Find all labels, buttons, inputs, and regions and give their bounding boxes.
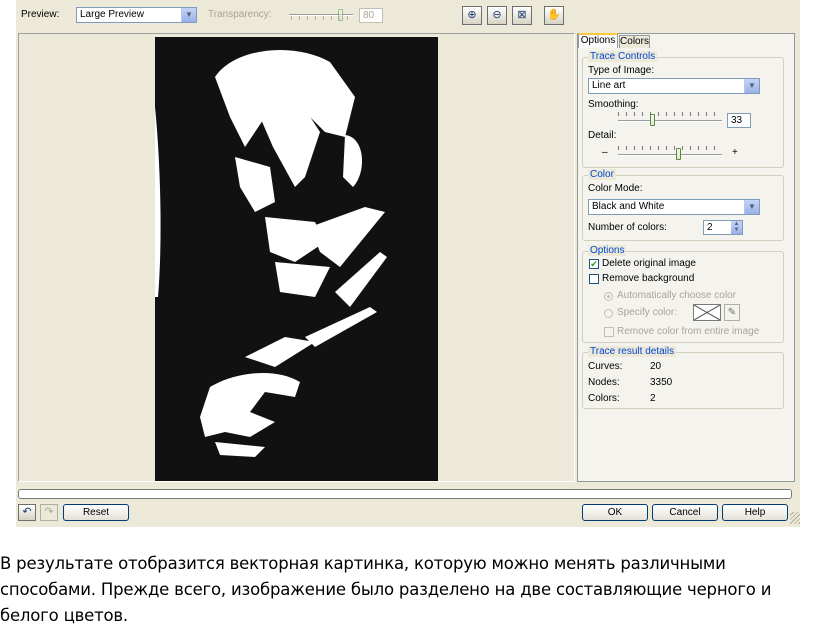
color-group-title: Color: [588, 169, 616, 180]
color-swatch-button[interactable]: [693, 304, 721, 321]
resize-grip[interactable]: [790, 512, 800, 524]
color-mode-select[interactable]: Black and White ▼: [588, 199, 760, 215]
preview-mode-select[interactable]: Large Preview ▼: [76, 7, 197, 23]
smoothing-slider[interactable]: [618, 112, 722, 126]
tab-colors[interactable]: Colors: [619, 35, 650, 48]
power-trace-dialog: Preview: Large Preview ▼ Transparency: 8…: [16, 0, 800, 527]
preview-area[interactable]: [18, 33, 575, 482]
slider-track: [618, 120, 722, 122]
curves-value: 20: [650, 361, 662, 372]
cancel-button[interactable]: Cancel: [652, 504, 718, 521]
remove-background-label: Remove background: [602, 273, 695, 284]
colors-count-label: Colors:: [588, 393, 620, 404]
colors-count-value: 2: [650, 393, 656, 404]
chevron-down-icon[interactable]: ▼: [181, 8, 196, 22]
slider-thumb[interactable]: [676, 148, 681, 160]
smoothing-value[interactable]: 33: [727, 113, 751, 128]
undo-icon: ↶: [22, 506, 32, 518]
preview-label: Preview:: [21, 9, 60, 20]
specify-color-radio[interactable]: [604, 309, 613, 318]
slider-ticks: [618, 112, 722, 116]
type-of-image-label: Type of Image:: [588, 65, 655, 76]
zoom-in-icon: ⊕: [467, 9, 477, 21]
redo-button[interactable]: ↷: [40, 504, 58, 521]
color-mode-label: Color Mode:: [588, 183, 643, 194]
tab-options[interactable]: Options: [578, 33, 618, 48]
transparency-slider[interactable]: [289, 8, 353, 22]
chevron-down-icon[interactable]: ▼: [744, 200, 759, 214]
caption-text: В результате отобразится векторная карти…: [0, 554, 772, 625]
eyedropper-button[interactable]: ✎: [724, 304, 740, 321]
detail-slider[interactable]: [618, 146, 722, 160]
zoom-out-button[interactable]: ⊖: [487, 6, 507, 25]
reset-button[interactable]: Reset: [63, 504, 129, 521]
screenshot: Preview: Large Preview ▼ Transparency: 8…: [0, 0, 816, 636]
hand-icon: ✋: [547, 9, 561, 21]
smoothing-label: Smoothing:: [588, 99, 639, 110]
transparency-label: Transparency:: [208, 9, 272, 20]
trace-controls-group: Trace Controls Type of Image: Line art ▼…: [582, 51, 784, 168]
zoom-fit-icon: ⊠: [517, 9, 527, 21]
slider-thumb[interactable]: [650, 114, 655, 126]
ok-button[interactable]: OK: [582, 504, 648, 521]
no-color-icon: [693, 304, 721, 321]
auto-color-label: Automatically choose color: [617, 290, 736, 301]
progress-bar: [18, 489, 792, 499]
trace-controls-title: Trace Controls: [588, 51, 658, 62]
color-mode-value: Black and White: [592, 201, 665, 212]
detail-minus-icon: –: [602, 147, 608, 158]
trace-results-group: Trace result details Curves: 20 Nodes: 3…: [582, 346, 784, 409]
traced-image: [155, 37, 438, 481]
eyedropper-icon: ✎: [727, 307, 737, 318]
remove-entire-checkbox[interactable]: [604, 327, 614, 337]
curves-label: Curves:: [588, 361, 623, 372]
number-of-colors-label: Number of colors:: [588, 222, 667, 233]
transparency-value[interactable]: 80: [359, 8, 383, 23]
delete-original-label: Delete original image: [602, 258, 696, 269]
slider-thumb[interactable]: [338, 9, 343, 21]
options-group-title: Options: [588, 245, 627, 256]
nodes-label: Nodes:: [588, 377, 620, 388]
trace-results-title: Trace result details: [588, 346, 677, 357]
zoom-out-icon: ⊖: [492, 9, 502, 21]
type-of-image-select[interactable]: Line art ▼: [588, 78, 760, 94]
traced-portrait-graphic: [155, 37, 438, 481]
slider-ticks: [618, 146, 722, 150]
color-group: Color Color Mode: Black and White ▼ Numb…: [582, 169, 784, 241]
help-button[interactable]: Help: [722, 504, 788, 521]
redo-icon: ↷: [44, 506, 54, 518]
number-of-colors-value: 2: [707, 222, 713, 233]
checkmark-icon: ✔: [590, 259, 598, 269]
delete-original-checkbox[interactable]: ✔: [589, 259, 599, 269]
specify-color-label: Specify color:: [617, 307, 678, 318]
slider-track: [289, 14, 353, 16]
zoom-in-button[interactable]: ⊕: [462, 6, 482, 25]
detail-plus-icon: +: [732, 147, 738, 158]
undo-button[interactable]: ↶: [18, 504, 36, 521]
pan-button[interactable]: ✋: [544, 6, 564, 25]
slider-track: [618, 154, 722, 156]
remove-entire-label: Remove color from entire image: [617, 326, 760, 337]
type-of-image-value: Line art: [592, 80, 626, 91]
chevron-down-icon[interactable]: ▼: [744, 79, 759, 93]
preview-mode-value: Large Preview: [80, 9, 144, 20]
options-group: Options ✔ Delete original image Remove b…: [582, 245, 784, 343]
number-of-colors-stepper[interactable]: 2 ▲ ▼: [703, 220, 743, 235]
remove-background-checkbox[interactable]: [589, 274, 599, 284]
nodes-value: 3350: [650, 377, 673, 388]
auto-color-radio[interactable]: [604, 292, 613, 301]
spin-arrows-icon[interactable]: ▲ ▼: [731, 221, 742, 234]
detail-label: Detail:: [588, 130, 617, 141]
zoom-fit-button[interactable]: ⊠: [512, 6, 532, 25]
